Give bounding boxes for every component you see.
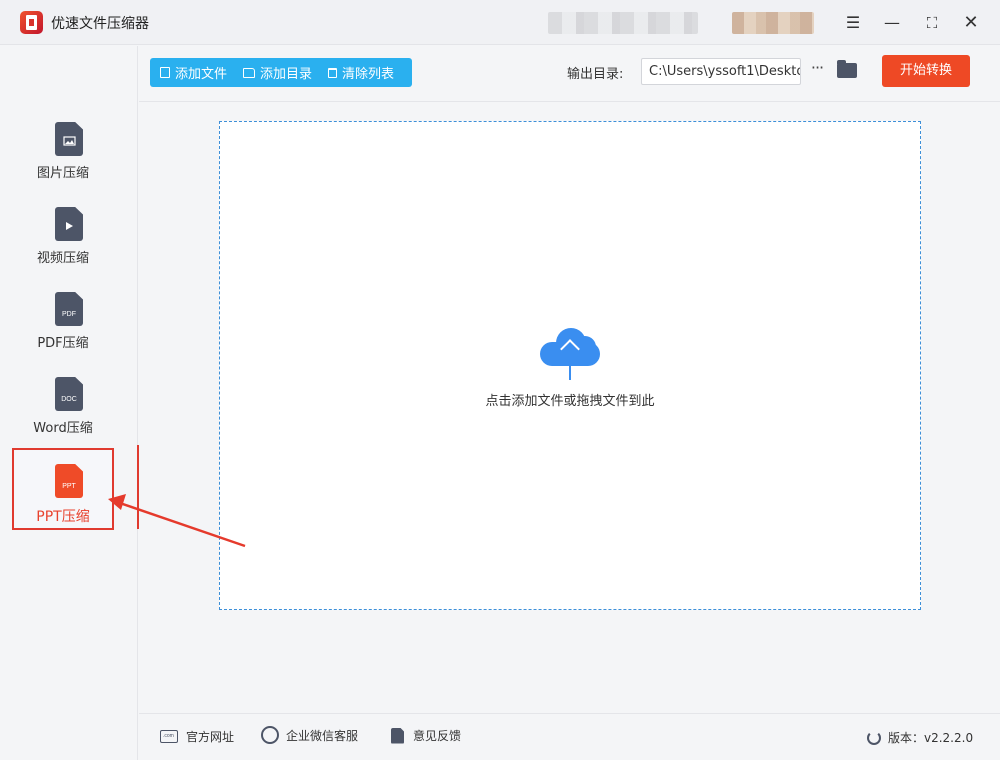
close-icon[interactable]: ✕ bbox=[960, 12, 982, 34]
add-file-button[interactable]: 添加文件 bbox=[160, 63, 227, 82]
folder-outline-icon bbox=[243, 67, 256, 78]
sidebar-item-label: 视频压缩 bbox=[36, 251, 89, 266]
video-file-icon bbox=[55, 207, 83, 241]
minimize-icon[interactable]: — bbox=[881, 12, 903, 34]
wechat-support-link[interactable]: 企业微信客服 bbox=[261, 726, 358, 744]
sidebar-item-label: 图片压缩 bbox=[36, 166, 89, 181]
file-dropzone[interactable]: 点击添加文件或拖拽文件到此 bbox=[219, 121, 921, 610]
sidebar-item-label: Word压缩 bbox=[33, 421, 93, 436]
chat-icon bbox=[261, 726, 279, 744]
doc-file-icon: DOC bbox=[55, 377, 83, 411]
title-bar: 优速文件压缩器 ☰ — ⛶ ✕ bbox=[0, 0, 1000, 45]
blurred-avatar bbox=[732, 12, 814, 34]
clear-list-button[interactable]: 清除列表 bbox=[328, 63, 394, 82]
web-icon bbox=[160, 730, 178, 743]
output-path-field[interactable]: C:\Users\yssoft1\Desktop bbox=[641, 58, 801, 85]
refresh-icon[interactable] bbox=[867, 730, 881, 745]
more-options-icon[interactable]: ··· bbox=[807, 60, 827, 80]
sidebar-item-image[interactable]: 图片压缩 bbox=[12, 118, 114, 200]
blurred-user-info bbox=[548, 12, 698, 34]
version-info: 版本：v2.2.2.0 bbox=[867, 729, 973, 746]
cloud-upload-icon bbox=[540, 328, 600, 380]
add-folder-button[interactable]: 添加目录 bbox=[243, 63, 312, 82]
start-convert-button[interactable]: 开始转换 bbox=[882, 55, 970, 87]
dropzone-hint: 点击添加文件或拖拽文件到此 bbox=[485, 394, 655, 409]
sidebar-item-ppt[interactable]: PPT PPT压缩 bbox=[12, 448, 114, 530]
file-icon bbox=[160, 67, 170, 78]
sidebar-item-pdf[interactable]: PDF PDF压缩 bbox=[12, 288, 114, 370]
sidebar: 图片压缩 视频压缩 PDF PDF压缩 DOC Word压缩 PPT PPT压缩 bbox=[0, 46, 138, 760]
app-logo-icon bbox=[20, 11, 43, 34]
sidebar-item-video[interactable]: 视频压缩 bbox=[12, 203, 114, 285]
pdf-file-icon: PDF bbox=[55, 292, 83, 326]
browse-folder-icon[interactable] bbox=[837, 60, 857, 78]
trash-icon bbox=[328, 67, 338, 78]
sidebar-item-label: PPT压缩 bbox=[36, 509, 90, 525]
feedback-link[interactable]: 意见反馈 bbox=[391, 727, 461, 744]
output-dir-label: 输出目录: bbox=[567, 67, 624, 82]
menu-icon[interactable]: ☰ bbox=[842, 12, 864, 34]
file-button-group: 添加文件 添加目录 清除列表 bbox=[150, 58, 412, 87]
app-title: 优速文件压缩器 bbox=[51, 16, 149, 32]
main-area: 点击添加文件或拖拽文件到此 bbox=[139, 103, 1000, 713]
toolbar: 添加文件 添加目录 清除列表 输出目录: C:\Users\yssoft1\De… bbox=[139, 46, 1000, 102]
annotation-arrow bbox=[108, 494, 246, 548]
feedback-icon bbox=[391, 727, 404, 744]
ppt-file-icon: PPT bbox=[55, 464, 83, 498]
sidebar-item-word[interactable]: DOC Word压缩 bbox=[12, 373, 114, 455]
website-link[interactable]: 官方网址 bbox=[160, 728, 234, 745]
image-file-icon bbox=[55, 122, 83, 156]
footer: 官方网址 企业微信客服 意见反馈 版本：v2.2.2.0 bbox=[139, 713, 1000, 760]
sidebar-item-label: PDF压缩 bbox=[37, 336, 89, 351]
maximize-icon[interactable]: ⛶ bbox=[921, 12, 943, 34]
